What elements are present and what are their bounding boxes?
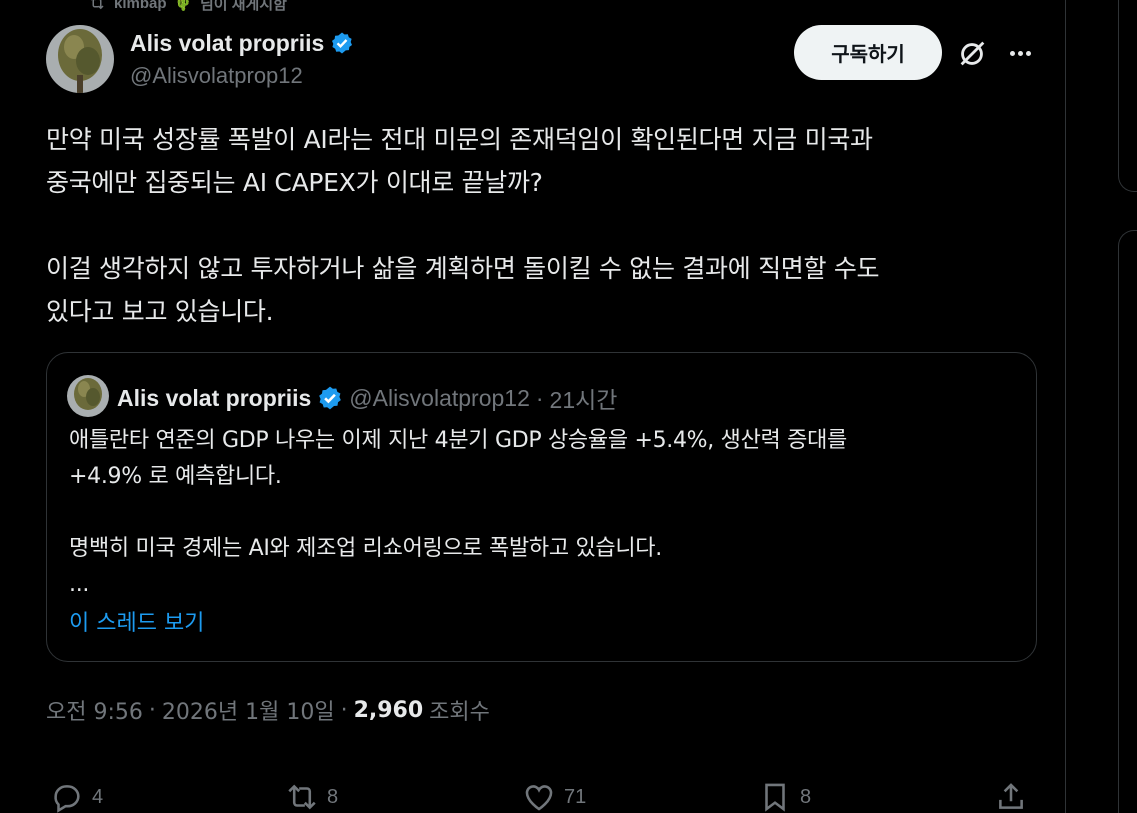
post-time[interactable]: 오전 9:56 [46,694,143,726]
separator-dot: · [340,697,348,723]
repost-user[interactable]: kimbap [114,0,167,12]
tweet-meta: 오전 9:56 · 2026년 1월 10일 · 2,960 조회수 [46,694,490,726]
quoted-avatar[interactable] [67,375,109,417]
views-label: 조회수 [429,700,490,725]
show-thread-link[interactable]: 이 스레드 보기 [69,605,204,637]
repost-icon [288,784,316,810]
reply-button[interactable]: 4 [50,780,103,813]
subscribe-button[interactable]: 구독하기 [794,25,942,80]
quoted-text: 애틀란타 연준의 GDP 나우는 이제 지난 4분기 GDP 상승율을 +5.4… [69,428,847,597]
verified-badge-icon [319,386,342,410]
separator-dot: · [535,384,544,411]
tweet-detail-column: kimbap 🌵 님이 재게시함 Alis volat propriis @Al… [0,0,1066,813]
repost-count: 8 [327,785,339,808]
quoted-tweet[interactable]: Alis volat propriis @Alisvolatprop12 · 2… [46,352,1037,662]
author-name[interactable]: Alis volat propriis [130,28,324,58]
quoted-author-name[interactable]: Alis volat propriis [117,385,311,412]
heart-icon [525,785,553,811]
reply-count: 4 [92,785,104,808]
like-button[interactable]: 71 [522,780,586,813]
verified-badge-icon[interactable] [330,31,354,55]
bookmark-icon [765,783,785,812]
right-sidebar [1066,0,1137,813]
repost-context[interactable]: kimbap 🌵 님이 재게시함 [88,0,287,15]
quoted-time[interactable]: 21시간 [550,381,618,415]
views-count: 2,960 [353,697,424,723]
quoted-header: Alis volat propriis @Alisvolatprop12 · 2… [117,381,617,415]
like-count: 71 [564,785,587,808]
author-block: Alis volat propriis @Alisvolatprop12 [130,28,354,89]
cactus-emoji: 🌵 [174,0,192,11]
author-handle[interactable]: @Alisvolatprop12 [130,63,354,89]
post-date[interactable]: 2026년 1월 10일 [162,694,335,726]
bookmark-count: 8 [800,785,812,808]
sidebar-card [1118,0,1137,192]
grok-icon[interactable] [954,36,990,72]
bookmark-button[interactable]: 8 [758,780,811,813]
repost-button[interactable]: 8 [285,780,338,813]
repost-text: 님이 재게시함 [199,0,287,13]
author-avatar[interactable] [46,25,114,93]
share-icon [999,783,1023,809]
sidebar-card [1118,230,1137,813]
repost-icon [91,0,104,10]
quoted-author-handle: @Alisvolatprop12 [349,384,530,411]
action-bar: 4 8 71 8 [50,780,1040,813]
separator-dot: · [148,697,156,723]
more-options-icon[interactable] [1004,38,1036,68]
reply-icon [54,785,80,813]
share-button[interactable] [994,780,1028,813]
tweet-text: 만약 미국 성장률 폭발이 AI라는 전대 미문의 존재덕임이 확인된다면 지금… [46,125,880,326]
